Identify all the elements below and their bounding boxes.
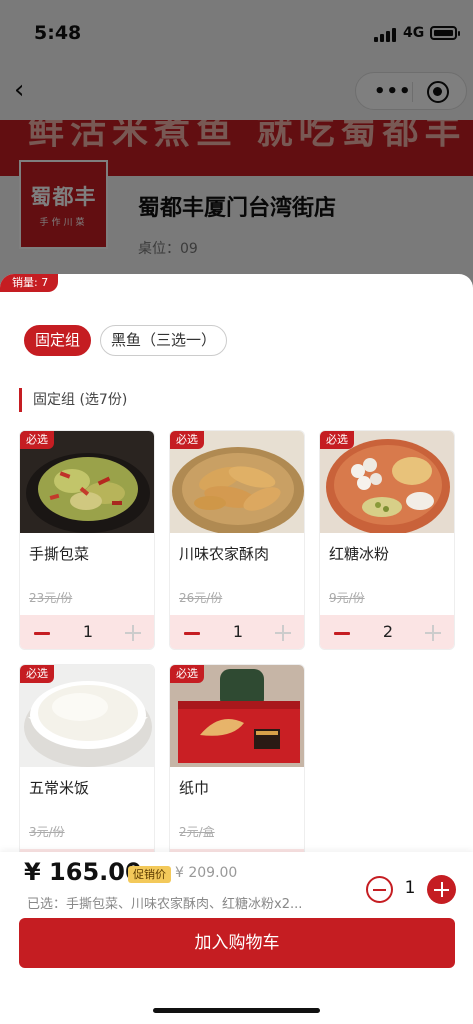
dish-quantity: 1 <box>82 622 94 641</box>
minus-circle-icon[interactable] <box>366 876 393 903</box>
dish-price: 23元/份 <box>29 591 73 605</box>
dish-quantity: 1 <box>232 622 244 641</box>
minus-icon[interactable] <box>184 623 200 643</box>
tab-fixed-group[interactable]: 固定组 <box>24 325 92 356</box>
dish-name: 红糖冰粉 <box>329 545 390 563</box>
dish-price: 9元/份 <box>329 591 365 605</box>
minus-icon[interactable] <box>334 623 350 643</box>
quantity-stepper: 1 <box>170 615 304 649</box>
dish-name: 手撕包菜 <box>29 545 90 563</box>
add-to-cart-button[interactable]: 加入购物车 <box>19 918 455 968</box>
promo-badge: 促销价 <box>128 866 171 883</box>
home-indicator <box>153 1008 320 1013</box>
quantity-stepper: 1 <box>20 615 154 649</box>
required-badge: 必选 <box>170 665 204 683</box>
group-tabs: 固定组 黑鱼（三选一） <box>24 325 228 356</box>
dish-card[interactable]: 必选 纸巾 2元/盒 <box>169 664 305 884</box>
plus-circle-icon[interactable] <box>427 875 456 904</box>
plus-icon[interactable] <box>425 623 441 643</box>
dish-quantity: 2 <box>382 622 394 641</box>
required-badge: 必选 <box>170 431 204 449</box>
required-badge: 必选 <box>320 431 354 449</box>
dish-name: 纸巾 <box>179 779 210 797</box>
quantity-stepper: 2 <box>320 615 454 649</box>
tab-black-fish[interactable]: 黑鱼（三选一） <box>100 325 228 356</box>
selected-summary: 已选：手撕包菜、川味农家酥肉、红糖冰粉x2... <box>27 897 303 912</box>
plus-icon[interactable] <box>275 623 291 643</box>
required-badge: 必选 <box>20 431 54 449</box>
original-price: ¥ 209.00 <box>175 865 238 881</box>
checkout-footer: ¥ 165.00 促销价 ¥ 209.00 已选：手撕包菜、川味农家酥肉、红糖冰… <box>0 852 473 1024</box>
section-title: 固定组 (选7份) <box>19 388 127 412</box>
dish-card[interactable]: 必选 川味农家酥肉 26元/份 1 <box>169 430 305 650</box>
dish-price: 26元/份 <box>179 591 223 605</box>
sales-count-badge: 销量: 7 <box>0 274 59 292</box>
dish-card[interactable]: 必选 五常米饭 3元/份 <box>19 664 155 884</box>
dish-price: 3元/份 <box>29 825 65 839</box>
dish-name: 川味农家酥肉 <box>179 545 270 563</box>
dish-name: 五常米饭 <box>29 779 90 797</box>
dish-price: 2元/盒 <box>179 825 215 839</box>
total-price: ¥ 165.00 <box>24 858 142 886</box>
minus-icon[interactable] <box>34 623 50 643</box>
plus-icon[interactable] <box>125 623 141 643</box>
dish-card[interactable]: 必选 红糖冰粉 9元/份 2 <box>319 430 455 650</box>
dish-card[interactable]: 必选 手撕包菜 23元/份 1 <box>19 430 155 650</box>
screen: 5:48 4G ‹ ••• 鲜活米煮鱼 就吃蜀都丰 蜀都丰 手作川菜 蜀 <box>0 0 473 1024</box>
combo-quantity: 1 <box>404 878 416 898</box>
required-badge: 必选 <box>20 665 54 683</box>
